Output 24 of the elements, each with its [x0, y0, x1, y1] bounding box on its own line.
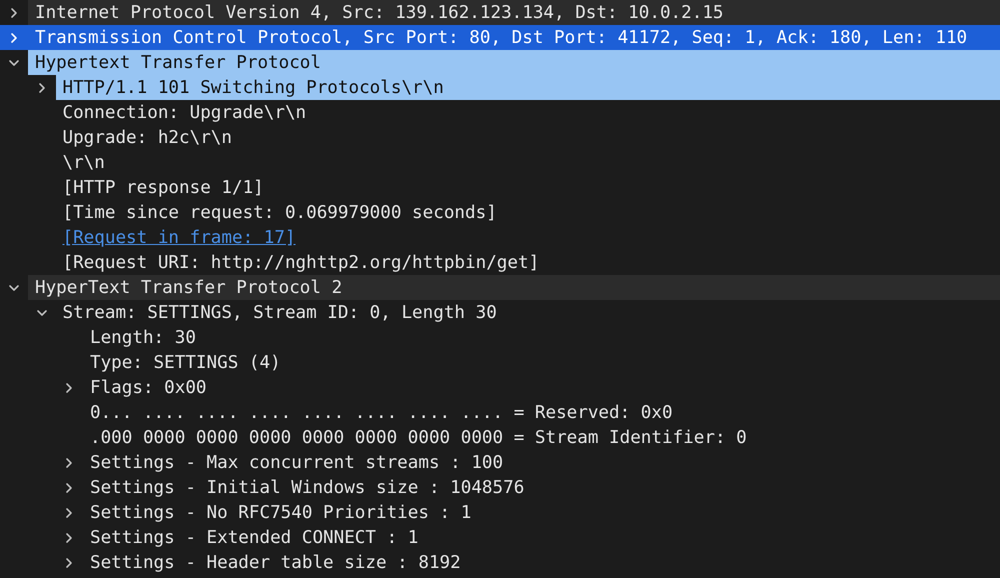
tree-item[interactable]: \r\n [56, 150, 1000, 175]
tree-item[interactable]: .000 0000 0000 0000 0000 0000 0000 0000 = Stream Identifier: 0 [83, 425, 1000, 450]
tree-item[interactable]: [HTTP response 1/1] [56, 175, 1000, 200]
tree-item[interactable]: Settings - Extended CONNECT : 1 [83, 525, 1000, 550]
tree-item[interactable]: HyperText Transfer Protocol 2 [28, 275, 1000, 300]
tree-item[interactable]: [Request URI: http://nghttp2.org/httpbin/get] [56, 250, 1000, 275]
tree-item[interactable]: Settings - Initial Windows size : 1048576 [83, 475, 1000, 500]
tree-item[interactable]: Upgrade: h2c\r\n [56, 125, 1000, 150]
tree-item[interactable]: Connection: Upgrade\r\n [56, 100, 1000, 125]
expand-toggle[interactable] [0, 25, 28, 50]
tree-item[interactable]: Hypertext Transfer Protocol [28, 50, 1000, 75]
tree-item[interactable]: Length: 30 [83, 325, 1000, 350]
tree-item[interactable]: Settings - No RFC7540 Priorities : 1 [83, 500, 1000, 525]
tree-item[interactable]: Settings - Max concurrent streams : 100 [83, 450, 1000, 475]
frame-link[interactable]: [Request in frame: 17] [56, 225, 1000, 250]
tree-item[interactable]: Transmission Control Protocol, Src Port: 80, Dst Port: 41172, Seq: 1, Ack: 180, Len: 110 [28, 25, 1000, 50]
tree-item[interactable]: Stream: SETTINGS, Stream ID: 0, Length 30 [56, 300, 1000, 325]
tree-item[interactable]: 0... .... .... .... .... .... .... .... = Reserved: 0x0 [83, 400, 1000, 425]
tree-item[interactable]: Type: SETTINGS (4) [83, 350, 1000, 375]
tree-item[interactable]: Flags: 0x00 [83, 375, 1000, 400]
tree-item[interactable]: HTTP/1.1 101 Switching Protocols\r\n [56, 75, 1000, 100]
tree-item[interactable]: [Time since request: 0.069979000 seconds] [56, 200, 1000, 225]
tree-item[interactable]: Settings - Header table size : 8192 [83, 550, 1000, 575]
tree-item[interactable]: Internet Protocol Version 4, Src: 139.162.123.134, Dst: 10.0.2.15 [28, 0, 1000, 25]
